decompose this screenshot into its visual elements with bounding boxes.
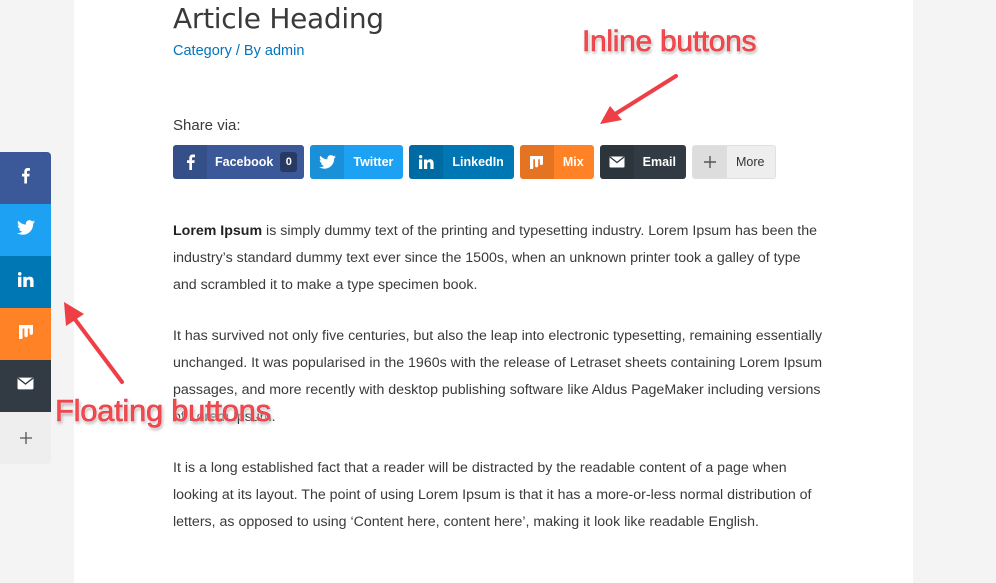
article-paragraph: Lorem Ipsum is simply dummy text of the … bbox=[173, 218, 823, 299]
facebook-icon bbox=[21, 167, 30, 189]
inline-share-email-button[interactable]: Email bbox=[599, 145, 687, 179]
inline-share-label: Email bbox=[642, 155, 677, 169]
twitter-icon bbox=[16, 220, 35, 240]
inline-share-more-button[interactable]: More bbox=[692, 145, 776, 179]
inline-share-label: LinkedIn bbox=[452, 155, 504, 169]
paragraph-bold-lead: Lorem Ipsum bbox=[173, 223, 263, 239]
annotation-arrow-floating bbox=[64, 302, 124, 384]
floating-share-more-button[interactable] bbox=[0, 412, 51, 464]
email-icon bbox=[599, 145, 634, 179]
share-label: Share via: bbox=[173, 117, 241, 134]
paragraph-text: is simply dummy text of the printing and… bbox=[173, 223, 817, 293]
facebook-icon bbox=[173, 145, 207, 179]
annotation-arrow-inline bbox=[600, 74, 678, 124]
floating-share-bar bbox=[0, 152, 51, 464]
inline-share-label: Mix bbox=[562, 155, 584, 169]
meta-separator: / By bbox=[231, 43, 265, 59]
inline-share-buttons: Facebook 0 Twitter LinkedIn Mix Email Mo… bbox=[173, 145, 776, 179]
mix-icon bbox=[519, 145, 554, 179]
inline-share-linkedin-button[interactable]: LinkedIn bbox=[409, 145, 514, 179]
twitter-icon bbox=[310, 145, 345, 179]
share-count-badge: 0 bbox=[280, 152, 298, 172]
linkedin-icon bbox=[409, 145, 444, 179]
mix-icon bbox=[18, 324, 33, 344]
inline-share-twitter-button[interactable]: Twitter bbox=[310, 145, 404, 179]
article-paragraph: It is a long established fact that a rea… bbox=[173, 455, 823, 536]
paragraph-text: It is a long established fact that a rea… bbox=[173, 460, 812, 530]
plus-icon bbox=[693, 146, 728, 178]
article-title: Article Heading bbox=[173, 2, 384, 35]
inline-share-label: Facebook bbox=[215, 155, 274, 169]
page-content: Article Heading Category / By admin Shar… bbox=[74, 0, 913, 583]
inline-share-label: More bbox=[736, 155, 765, 169]
linkedin-icon bbox=[17, 272, 34, 292]
floating-share-mix-button[interactable] bbox=[0, 308, 51, 360]
annotation-floating-buttons: Floating buttons bbox=[55, 393, 272, 429]
category-link[interactable]: Category bbox=[173, 43, 232, 59]
inline-share-label: Twitter bbox=[353, 155, 394, 169]
inline-share-mix-button[interactable]: Mix bbox=[519, 145, 594, 179]
inline-share-facebook-button[interactable]: Facebook 0 bbox=[173, 145, 305, 179]
floating-share-linkedin-button[interactable] bbox=[0, 256, 51, 308]
annotation-inline-buttons: Inline buttons bbox=[582, 25, 757, 59]
email-icon bbox=[17, 377, 34, 395]
floating-share-facebook-button[interactable] bbox=[0, 152, 51, 204]
floating-share-email-button[interactable] bbox=[0, 360, 51, 412]
floating-share-twitter-button[interactable] bbox=[0, 204, 51, 256]
author-link[interactable]: admin bbox=[265, 43, 305, 59]
plus-icon bbox=[19, 427, 32, 450]
article-meta: Category / By admin bbox=[173, 43, 304, 59]
